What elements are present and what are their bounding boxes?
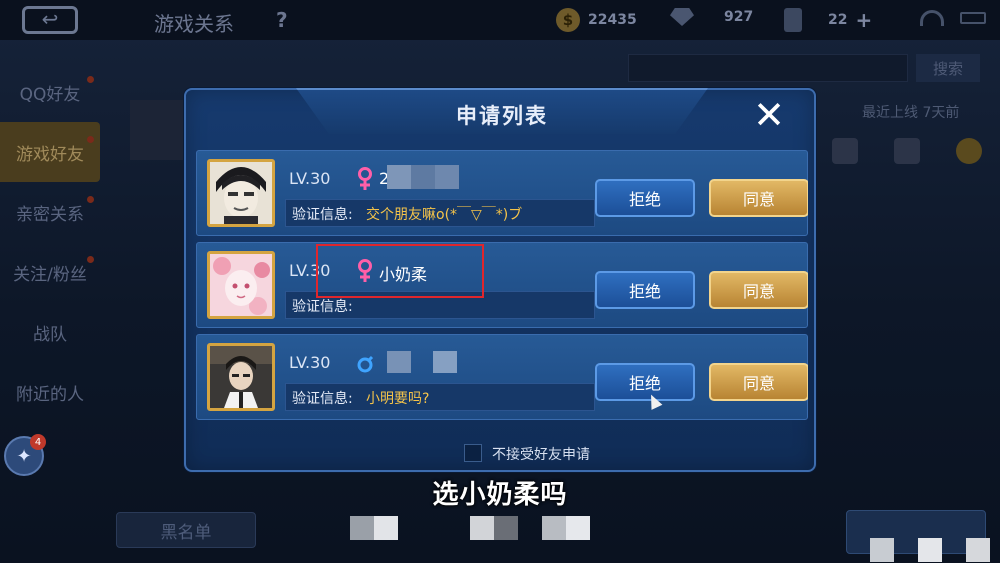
dialog-title: 申请列表 xyxy=(456,104,548,128)
reject-requests-checkbox[interactable] xyxy=(464,444,482,462)
page-title: 游戏关系 xyxy=(154,12,234,36)
blur-patch xyxy=(387,165,411,189)
notification-dot xyxy=(87,256,94,263)
sidebar-item-label: 亲密关系 xyxy=(16,204,84,225)
blur-patch xyxy=(374,516,398,540)
friend-action-icons xyxy=(832,138,982,164)
diamond-icon xyxy=(670,8,694,26)
blur-patch xyxy=(435,165,459,189)
verify-message: 小明要吗? xyxy=(366,391,430,407)
help-button[interactable]: ? xyxy=(276,8,288,32)
diamond-resource: 927 xyxy=(670,8,753,26)
sidebar: QQ好友 游戏好友 亲密关系 关注/粉丝 战队 附近的人 xyxy=(0,62,100,422)
blur-patch xyxy=(918,538,942,562)
bottom-right-button[interactable] xyxy=(846,510,986,554)
search-button[interactable]: 搜索 xyxy=(916,54,980,82)
request-row: LV.30 2 验证信息: 交个朋友嘛o(*￣▽￣*)ブ 拒绝 同意 xyxy=(196,150,808,236)
back-button[interactable]: ↩ xyxy=(22,6,78,34)
gold-amount: 22435 xyxy=(588,12,637,28)
verify-info-box: 验证信息: xyxy=(285,291,595,319)
sidebar-badge-button[interactable]: ✦ 4 xyxy=(4,434,46,476)
verify-label: 验证信息: xyxy=(292,391,353,407)
coin-gift-icon[interactable] xyxy=(956,138,982,164)
sidebar-item-label: 附近的人 xyxy=(16,384,84,405)
accept-button[interactable]: 同意 xyxy=(709,363,808,401)
refuse-button[interactable]: 拒绝 xyxy=(595,179,695,217)
request-row: LV.30 小奶柔 验证信息: 拒绝 同意 xyxy=(196,242,808,328)
verify-info-box: 验证信息: 交个朋友嘛o(*￣▽￣*)ブ xyxy=(285,199,595,227)
verify-message: 交个朋友嘛o(*￣▽￣*)ブ xyxy=(366,207,523,223)
avatar[interactable] xyxy=(207,251,275,319)
blur-patch xyxy=(870,538,894,562)
blur-patch xyxy=(966,538,990,562)
player-level: LV.30 xyxy=(289,169,331,188)
blur-patch xyxy=(470,516,494,540)
search-input[interactable] xyxy=(628,54,908,82)
wifi-icon xyxy=(920,10,944,26)
background-friend-card xyxy=(130,100,190,160)
accept-button[interactable]: 同意 xyxy=(709,179,808,217)
card-icon xyxy=(784,8,802,32)
refuse-button[interactable]: 拒绝 xyxy=(595,363,695,401)
diamond-amount: 927 xyxy=(724,9,754,25)
notification-dot xyxy=(87,76,94,83)
avatar[interactable] xyxy=(207,159,275,227)
sparkle-icon: ✦ xyxy=(16,445,32,467)
back-arrow-icon: ↩ xyxy=(41,7,59,31)
application-list-dialog: 申请列表 ✕ LV.30 2 验证信息: 交个朋友嘛o(*￣▽￣*)ブ 拒绝 同… xyxy=(184,88,816,472)
top-bar: ↩ 游戏关系 ? $ 22435 927 22 + xyxy=(0,0,1000,40)
request-row: LV.30 验证信息: 小明要吗? 拒绝 同意 xyxy=(196,334,808,420)
message-icon[interactable] xyxy=(894,138,920,164)
sidebar-item-game-friends[interactable]: 游戏好友 xyxy=(0,122,100,182)
avatar-anime-boy-image xyxy=(210,162,272,224)
sidebar-item-label: 战队 xyxy=(33,324,67,345)
sidebar-item-label: QQ好友 xyxy=(19,84,81,105)
notification-dot xyxy=(87,136,94,143)
verify-info-box: 验证信息: 小明要吗? xyxy=(285,383,595,411)
notification-dot xyxy=(87,196,94,203)
request-list: LV.30 2 验证信息: 交个朋友嘛o(*￣▽￣*)ブ 拒绝 同意 LV.30… xyxy=(196,146,808,434)
last-online-text: 最近上线 7天前 xyxy=(862,105,960,121)
badge-count: 4 xyxy=(30,434,46,450)
sidebar-item-follow[interactable]: 关注/粉丝 xyxy=(0,242,100,302)
blur-patch xyxy=(387,351,411,373)
sidebar-item-intimate[interactable]: 亲密关系 xyxy=(0,182,100,242)
close-icon: ✕ xyxy=(753,93,785,137)
blur-patch xyxy=(411,165,435,189)
reject-requests-label: 不接受好友申请 xyxy=(492,447,590,463)
blur-patch xyxy=(350,516,374,540)
battery-icon xyxy=(960,12,986,24)
refuse-button[interactable]: 拒绝 xyxy=(595,271,695,309)
verify-label: 验证信息: xyxy=(292,207,353,223)
add-button[interactable]: + xyxy=(855,8,872,32)
blacklist-button[interactable]: 黑名单 xyxy=(116,512,256,548)
gold-coin-icon: $ xyxy=(556,8,580,32)
gold-resource: $ 22435 xyxy=(556,8,637,32)
avatar[interactable] xyxy=(207,343,275,411)
blur-patch xyxy=(542,516,566,540)
accept-button[interactable]: 同意 xyxy=(709,271,808,309)
player-level: LV.30 xyxy=(289,261,331,280)
female-gender-icon xyxy=(358,259,372,282)
blur-patch xyxy=(494,516,518,540)
video-subtitle: 选小奶柔吗 xyxy=(432,480,568,510)
sidebar-item-team[interactable]: 战队 xyxy=(0,302,100,362)
gift-icon[interactable] xyxy=(832,138,858,164)
sidebar-item-nearby[interactable]: 附近的人 xyxy=(0,362,100,422)
avatar-anime-girl-image xyxy=(210,254,272,316)
close-button[interactable]: ✕ xyxy=(750,96,788,134)
female-gender-icon xyxy=(358,167,372,190)
player-level: LV.30 xyxy=(289,353,331,372)
blur-patch xyxy=(433,351,457,373)
card-amount: 22 xyxy=(828,12,848,28)
blur-patch xyxy=(566,516,590,540)
card-resource: 22 + xyxy=(784,8,872,32)
avatar-person-photo-image xyxy=(210,346,272,408)
sidebar-item-label: 关注/粉丝 xyxy=(13,264,87,285)
sidebar-item-label: 游戏好友 xyxy=(16,144,84,165)
player-nickname: 小奶柔 xyxy=(379,265,428,284)
sidebar-item-qq-friends[interactable]: QQ好友 xyxy=(0,62,100,122)
male-gender-icon xyxy=(357,355,373,373)
verify-label: 验证信息: xyxy=(292,299,353,315)
